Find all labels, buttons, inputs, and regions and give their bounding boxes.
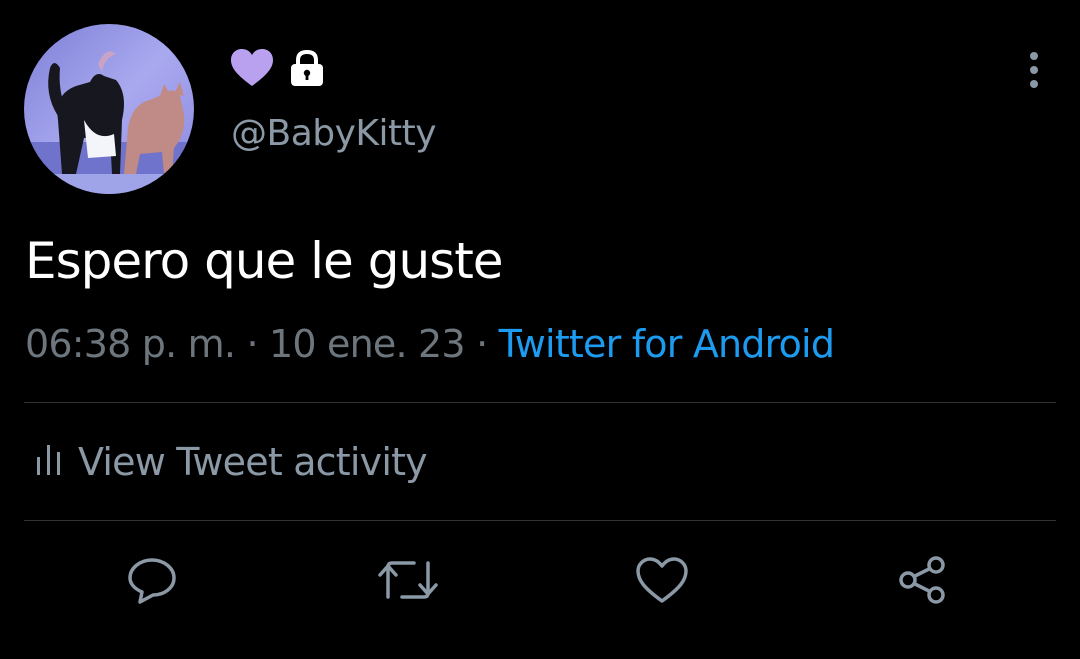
heart-outline-icon (635, 556, 689, 608)
purple-heart-icon (231, 49, 273, 91)
tweet-meta: 06:38 p. m. · 10 ene. 23 · Twitter for A… (25, 320, 835, 368)
avatar[interactable] (24, 24, 194, 194)
reply-icon (126, 554, 178, 610)
meta-separator: · (464, 322, 499, 366)
more-options-icon[interactable] (1020, 50, 1048, 90)
divider (24, 402, 1056, 403)
retweet-button[interactable] (378, 552, 438, 612)
tweet-date: 10 ene. 23 (269, 322, 466, 366)
profile-badges (231, 49, 325, 91)
tweet-action-bar (0, 552, 1080, 612)
tweet-time: 06:38 p. m. (25, 322, 236, 366)
share-button[interactable] (892, 552, 952, 612)
like-button[interactable] (632, 552, 692, 612)
tweet-source-link[interactable]: Twitter for Android (499, 322, 835, 366)
retweet-icon (378, 555, 438, 609)
user-handle[interactable]: @BabyKitty (231, 112, 437, 156)
view-tweet-activity-button[interactable]: View Tweet activity (36, 437, 428, 487)
share-icon (896, 554, 948, 610)
meta-separator: · (235, 322, 270, 366)
divider (24, 520, 1056, 521)
reply-button[interactable] (122, 552, 182, 612)
bar-chart-icon (36, 440, 62, 484)
lock-icon (289, 49, 325, 91)
view-tweet-activity-label: View Tweet activity (78, 440, 428, 484)
tweet-text: Espero que le guste (25, 232, 504, 290)
cats-photo-avatar (24, 24, 194, 194)
